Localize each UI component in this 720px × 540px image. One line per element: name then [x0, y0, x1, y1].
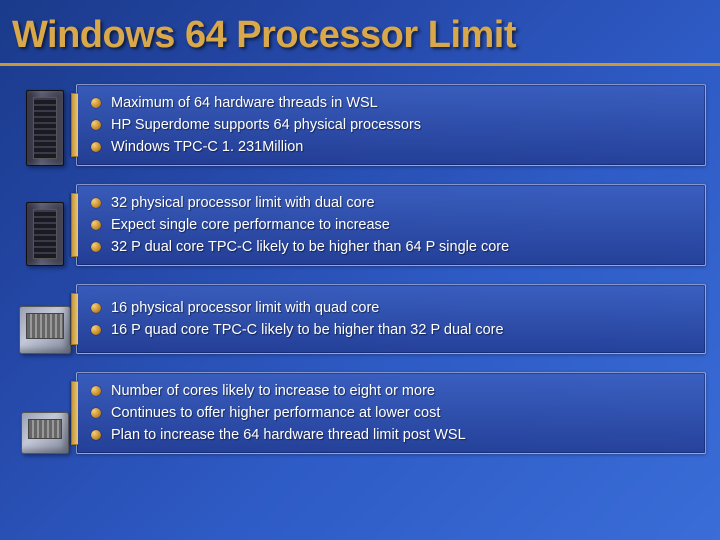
bullet-icon [91, 242, 101, 252]
bullet: Continues to offer higher performance at… [91, 404, 691, 422]
bullet-icon [91, 408, 101, 418]
bullet-icon [91, 303, 101, 313]
bullet-text: HP Superdome supports 64 physical proces… [111, 116, 421, 134]
bullet-text: 32 P dual core TPC-C likely to be higher… [111, 238, 509, 256]
bullet-text: 16 physical processor limit with quad co… [111, 299, 379, 317]
row-1: Maximum of 64 hardware threads in WSL HP… [14, 84, 706, 166]
bullet: Maximum of 64 hardware threads in WSL [91, 94, 691, 112]
bullet-icon [91, 325, 101, 335]
content-rows: Maximum of 64 hardware threads in WSL HP… [0, 84, 720, 454]
bullet: Windows TPC-C 1. 231Million [91, 138, 691, 156]
bullet-icon [91, 430, 101, 440]
slide-title: Windows 64 Processor Limit [0, 0, 720, 66]
bullet-icon [91, 98, 101, 108]
bullet-icon [91, 198, 101, 208]
bullet-text: Expect single core performance to increa… [111, 216, 390, 234]
bullet-icon [91, 142, 101, 152]
bullet: 32 physical processor limit with dual co… [91, 194, 691, 212]
bullet: Plan to increase the 64 hardware thread … [91, 426, 691, 444]
row-4: Number of cores likely to increase to ei… [14, 372, 706, 454]
bullet: HP Superdome supports 64 physical proces… [91, 116, 691, 134]
bullet-text: 32 physical processor limit with dual co… [111, 194, 375, 212]
bullet-icon [91, 386, 101, 396]
server-cube-icon [14, 284, 76, 354]
panel-2: 32 physical processor limit with dual co… [76, 184, 706, 266]
bullet-text: 16 P quad core TPC-C likely to be higher… [111, 321, 504, 339]
server-cube-small-icon [14, 372, 76, 454]
bullet-icon [91, 120, 101, 130]
server-rack-short-icon [14, 184, 76, 266]
bullet-icon [91, 220, 101, 230]
bullet: 16 physical processor limit with quad co… [91, 299, 691, 317]
panel-3: 16 physical processor limit with quad co… [76, 284, 706, 354]
server-rack-tall-icon [14, 84, 76, 166]
bullet-text: Continues to offer higher performance at… [111, 404, 440, 422]
bullet-text: Plan to increase the 64 hardware thread … [111, 426, 466, 444]
bullet-text: Windows TPC-C 1. 231Million [111, 138, 303, 156]
bullet-text: Maximum of 64 hardware threads in WSL [111, 94, 378, 112]
bullet: 16 P quad core TPC-C likely to be higher… [91, 321, 691, 339]
panel-4: Number of cores likely to increase to ei… [76, 372, 706, 454]
panel-1: Maximum of 64 hardware threads in WSL HP… [76, 84, 706, 166]
bullet-text: Number of cores likely to increase to ei… [111, 382, 435, 400]
bullet: Number of cores likely to increase to ei… [91, 382, 691, 400]
bullet: Expect single core performance to increa… [91, 216, 691, 234]
bullet: 32 P dual core TPC-C likely to be higher… [91, 238, 691, 256]
row-3: 16 physical processor limit with quad co… [14, 284, 706, 354]
row-2: 32 physical processor limit with dual co… [14, 184, 706, 266]
